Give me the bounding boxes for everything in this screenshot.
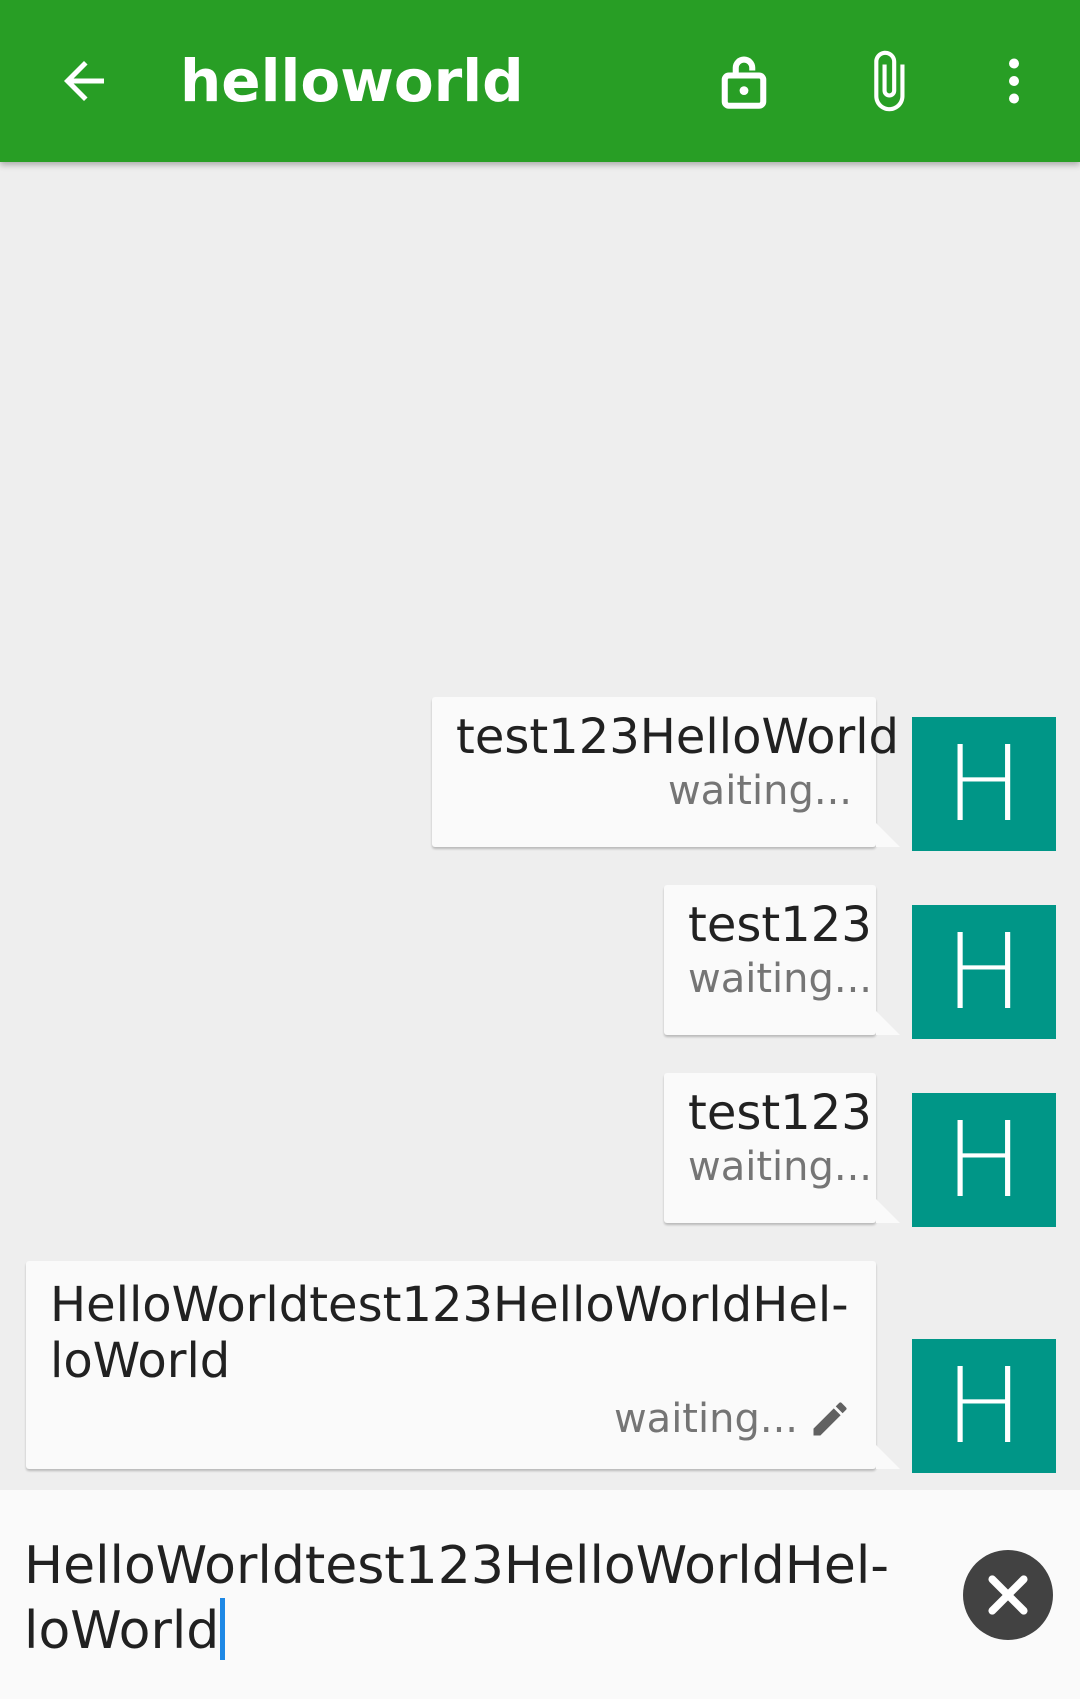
avatar[interactable]: H xyxy=(912,1093,1056,1227)
lock-open-icon xyxy=(721,56,767,109)
message-bubble[interactable]: test123HelloWorld waiting... xyxy=(432,697,900,847)
attach-button[interactable] xyxy=(846,39,930,123)
message-text: test123 xyxy=(688,1085,872,1141)
message-status: waiting... xyxy=(688,956,873,1002)
overflow-menu-button[interactable] xyxy=(972,39,1056,123)
message-bubble[interactable]: HelloWorldtest123HelloWorldHel- loWorld … xyxy=(26,1261,900,1469)
cancel-edit-button[interactable] xyxy=(963,1550,1053,1640)
message-input-line: HelloWorldtest123HelloWorldHel- xyxy=(24,1536,890,1596)
conversation-title: helloworld xyxy=(180,47,524,115)
message-text: test123HelloWorld xyxy=(456,709,900,765)
message-status: waiting... xyxy=(688,1144,873,1190)
avatar[interactable]: H xyxy=(912,1339,1056,1473)
message-list[interactable]: test123HelloWorld waiting... H test123 w… xyxy=(0,162,1080,1490)
message-status: waiting... xyxy=(613,1396,798,1442)
arrow-back-icon xyxy=(64,61,104,101)
message-bubble[interactable]: test123 waiting... xyxy=(664,1073,900,1223)
message-text-line: loWorld xyxy=(50,1333,231,1389)
message-input[interactable]: HelloWorldtest123HelloWorldHel- loWorld xyxy=(24,1534,924,1663)
more-vert-icon xyxy=(1009,58,1019,104)
message-input-last-line: loWorld xyxy=(24,1598,924,1663)
close-icon xyxy=(988,1575,1028,1615)
message-text-line: HelloWorldtest123HelloWorldHel- xyxy=(50,1277,849,1333)
attach-icon xyxy=(874,50,905,112)
back-button[interactable] xyxy=(42,39,126,123)
encryption-button[interactable] xyxy=(702,39,786,123)
edit-icon xyxy=(813,1402,847,1436)
avatar[interactable]: H xyxy=(912,717,1056,851)
app-bar: helloworld xyxy=(0,0,1080,162)
text-cursor xyxy=(220,1598,226,1660)
avatar[interactable]: H xyxy=(912,905,1056,1039)
message-status: waiting... xyxy=(667,768,852,814)
message-composer: HelloWorldtest123HelloWorldHel- loWorld xyxy=(0,1490,1080,1699)
message-bubble[interactable]: test123 waiting... xyxy=(664,885,900,1035)
message-text: test123 xyxy=(688,897,872,953)
message-input-line: loWorld xyxy=(24,1601,220,1661)
